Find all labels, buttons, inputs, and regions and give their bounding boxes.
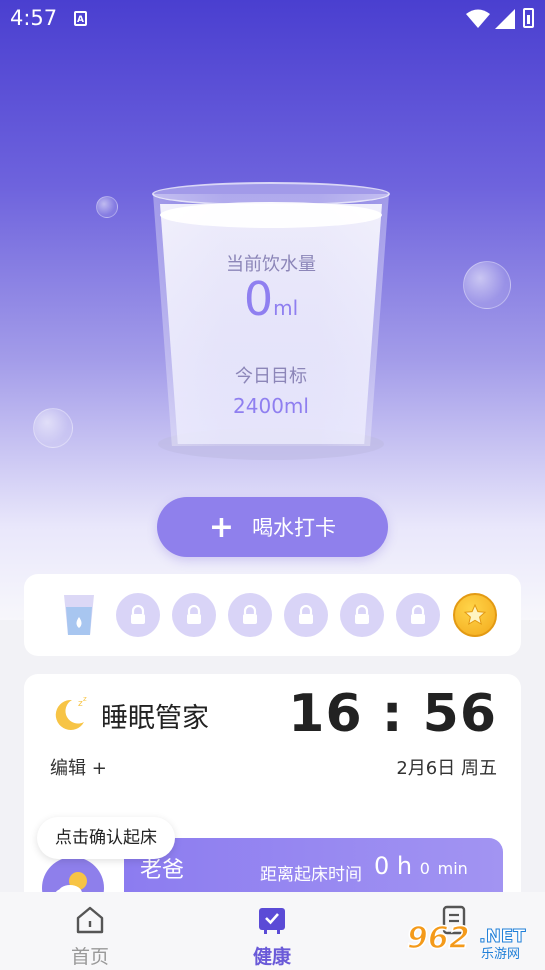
- checkin-button-label: 喝水打卡: [252, 516, 337, 540]
- decor-bubble: [463, 261, 511, 309]
- moon-icon: z z: [55, 695, 87, 730]
- current-intake-number: 0: [243, 272, 274, 326]
- nav-item-health[interactable]: 健康: [212, 892, 332, 970]
- health-icon: [259, 908, 285, 934]
- battery-icon: [523, 8, 534, 28]
- nav-label-home: 首页: [70, 946, 109, 968]
- locked-cup-icon[interactable]: [228, 593, 272, 637]
- countdown-value: 0 h 0 min: [374, 852, 468, 880]
- status-time: 4:57: [10, 6, 58, 30]
- home-icon: [76, 906, 104, 934]
- locked-cup-icon[interactable]: [172, 593, 216, 637]
- glass-rim: [152, 182, 390, 206]
- star-coin-icon[interactable]: [453, 593, 497, 637]
- locked-cup-icon[interactable]: [396, 593, 440, 637]
- confirm-wake-button[interactable]: 点击确认起床: [37, 817, 175, 859]
- countdown-hours-unit: h: [396, 852, 413, 880]
- locked-cup-icon[interactable]: [340, 593, 384, 637]
- goal-value: 2400ml: [233, 394, 309, 418]
- current-date: 2月6日 周五: [396, 758, 497, 779]
- plus-icon: +: [208, 509, 235, 545]
- nav-label-health: 健康: [252, 946, 291, 968]
- decor-bubble: [96, 196, 118, 218]
- status-bar: 4:57 A: [0, 0, 545, 38]
- current-intake-value: 0ml: [150, 272, 392, 326]
- svg-text:乐游网: 乐游网: [481, 947, 520, 962]
- watermark-logo: 962 .NET 乐游网: [406, 920, 526, 962]
- countdown-minutes: 0: [419, 859, 430, 878]
- cup-progress-card: [24, 574, 521, 656]
- current-intake-unit: ml: [273, 296, 299, 320]
- drink-checkin-button[interactable]: + 喝水打卡: [157, 497, 388, 557]
- goal-label: 今日目标: [235, 366, 307, 387]
- svg-text:.NET: .NET: [479, 926, 526, 947]
- edit-alarm-button[interactable]: 编辑 +: [50, 754, 107, 780]
- countdown-label: 距离起床时间: [260, 865, 362, 885]
- nav-item-home[interactable]: 首页: [30, 892, 150, 970]
- locked-cup-icon[interactable]: [116, 593, 160, 637]
- sleep-clock: 16 : 56: [288, 684, 497, 744]
- countdown-minutes-unit: min: [437, 859, 468, 878]
- svg-text:z: z: [83, 695, 87, 703]
- a-notification-icon: A: [74, 11, 87, 26]
- svg-text:962: 962: [407, 921, 470, 956]
- water-glass: 当前饮水量 0ml 今日目标 2400ml: [150, 182, 392, 462]
- alarm-countdown-bar[interactable]: 老爸 距离起床时间 0 h 0 min: [124, 838, 503, 898]
- signal-icon: [495, 9, 515, 29]
- decor-bubble: [33, 408, 73, 448]
- locked-cup-icon[interactable]: [284, 593, 328, 637]
- sleep-title: 睡眠管家: [101, 703, 209, 734]
- countdown-hours: 0: [374, 852, 390, 880]
- wifi-icon: [466, 9, 490, 28]
- filled-cup-icon[interactable]: [62, 593, 96, 637]
